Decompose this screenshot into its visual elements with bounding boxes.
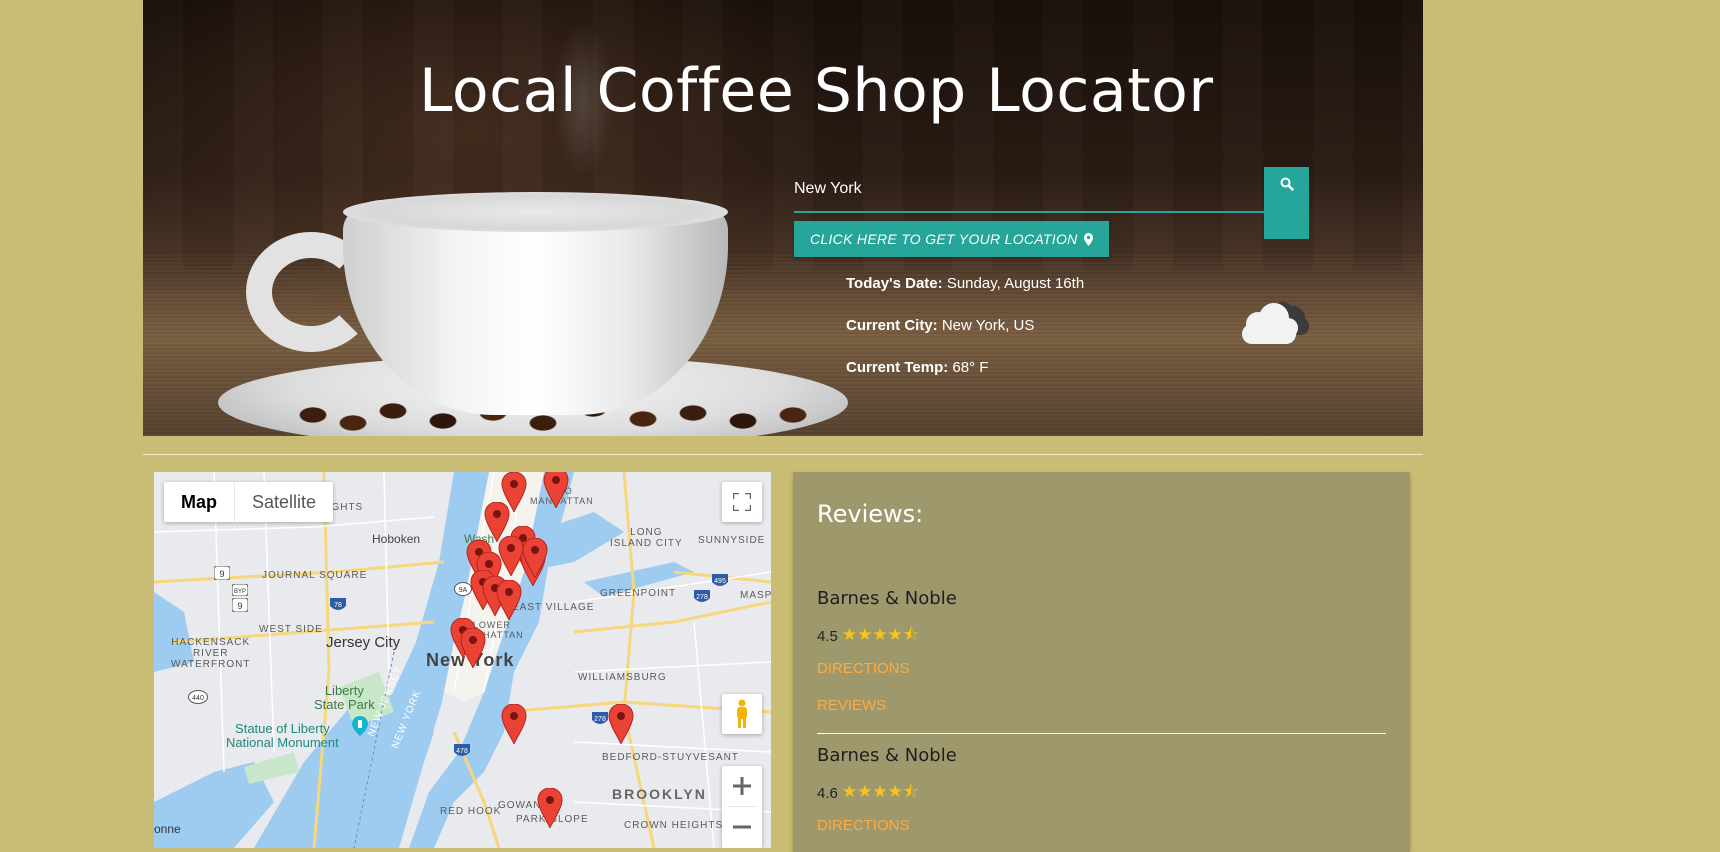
map-marker-icon xyxy=(1083,232,1093,246)
map-label-liberty-state-park: Liberty State Park xyxy=(314,683,375,712)
rating-value: 4.5 xyxy=(817,628,838,645)
map-type-satellite[interactable]: Satellite xyxy=(234,482,333,522)
svg-text:478: 478 xyxy=(456,748,468,755)
coffee-cup-rim-image xyxy=(343,192,728,232)
temp-info: Current Temp: 68° F xyxy=(846,359,988,376)
map-label-west-side: WEST SIDE xyxy=(259,624,323,635)
date-info: Today's Date: Sunday, August 16th xyxy=(846,275,1084,292)
route-shield-9b: 9 xyxy=(232,598,248,612)
review-card: Barnes & Noble 4.5 ★★★★⯪ DIRECTIONS REVI… xyxy=(817,588,1386,738)
map-pin[interactable] xyxy=(501,704,527,744)
reviews-link[interactable]: REVIEWS xyxy=(817,697,886,714)
get-location-label: CLICK HERE TO GET YOUR LOCATION xyxy=(810,231,1078,247)
temp-value: 68° F xyxy=(952,359,989,376)
star-rating-icon: ★★★★⯪ xyxy=(841,782,919,801)
directions-link[interactable]: DIRECTIONS xyxy=(817,660,910,677)
review-card: Barnes & Noble 4.6 ★★★★⯪ DIRECTIONS xyxy=(817,745,1386,852)
rating-row: 4.6 ★★★★⯪ xyxy=(817,779,919,808)
search-icon xyxy=(1280,177,1294,191)
date-value: Sunday, August 16th xyxy=(946,275,1085,292)
directions-link[interactable]: DIRECTIONS xyxy=(817,817,910,834)
map-pin[interactable] xyxy=(522,538,548,578)
date-label: Today's Date: xyxy=(846,275,943,292)
map-label-crown-heights: CROWN HEIGHTS xyxy=(624,820,724,831)
route-shield-78: 78 xyxy=(330,598,346,610)
map-pin[interactable] xyxy=(496,580,522,620)
svg-text:278: 278 xyxy=(696,594,708,601)
map-label-long-island-city: LONG ISLAND CITY xyxy=(610,527,683,549)
map-label-williamsburg: WILLIAMSBURG xyxy=(578,672,667,683)
map-pin[interactable] xyxy=(608,704,634,744)
svg-text:440: 440 xyxy=(192,695,204,702)
star-rating-icon: ★★★★⯪ xyxy=(841,625,919,644)
map-label-onne: onne xyxy=(154,822,181,836)
map-view[interactable]: EIGHTS Hoboken JOURNAL SQUARE WEST SIDE … xyxy=(154,472,771,848)
map-label-gowanus: GOWAN xyxy=(498,800,542,811)
svg-text:78: 78 xyxy=(334,602,342,609)
rating-row: 4.5 ★★★★⯪ xyxy=(817,622,919,651)
svg-text:9: 9 xyxy=(237,601,242,611)
route-shield-278: 278 xyxy=(592,712,608,724)
zoom-in-icon xyxy=(733,777,751,795)
zoom-out-button[interactable] xyxy=(722,807,762,847)
route-shield-278b: 278 xyxy=(694,590,710,602)
city-value: New York, US xyxy=(941,317,1035,334)
map-pin[interactable] xyxy=(537,788,563,828)
statue-of-liberty-icon xyxy=(352,716,368,736)
map-label-journal-square: JOURNAL SQUARE xyxy=(262,570,368,581)
get-location-button[interactable]: CLICK HERE TO GET YOUR LOCATION xyxy=(794,221,1109,257)
map-label-statue-of-liberty: Statue of Liberty National Monument xyxy=(226,721,339,750)
svg-text:BYP: BYP xyxy=(234,589,246,595)
route-shield-440: 440 xyxy=(188,690,208,704)
svg-text:9: 9 xyxy=(219,569,224,579)
zoom-control xyxy=(722,766,762,848)
route-shield-478: 478 xyxy=(454,744,470,756)
map-type-toggle: Map Satellite xyxy=(164,482,334,522)
page-title: Local Coffee Shop Locator xyxy=(419,56,1214,126)
rating-value: 4.6 xyxy=(817,785,838,802)
map-pin[interactable] xyxy=(543,472,569,508)
cloud-icon xyxy=(1242,302,1309,344)
map-label-jersey-city: Jersey City xyxy=(326,634,401,651)
search-button[interactable] xyxy=(1264,167,1309,239)
route-shield-495: 495 xyxy=(712,574,728,586)
reviews-title: Reviews: xyxy=(817,500,924,528)
map-label-hackensack: HACKENSACK RIVER WATERFRONT xyxy=(171,637,251,670)
map-label-hoboken: Hoboken xyxy=(372,532,421,546)
section-divider xyxy=(143,454,1423,455)
city-info: Current City: New York, US xyxy=(846,317,1034,334)
svg-text:495: 495 xyxy=(714,578,726,585)
map-label-brooklyn: BROOKLYN xyxy=(612,786,707,802)
map-pin[interactable] xyxy=(460,628,486,668)
shop-name: Barnes & Noble xyxy=(817,745,957,766)
city-label: Current City: xyxy=(846,317,938,334)
hero-banner: Local Coffee Shop Locator CLICK HERE TO … xyxy=(143,0,1423,436)
map-label-greenpoint: GREENPOINT xyxy=(600,588,677,599)
search-field[interactable] xyxy=(794,167,1267,213)
zoom-in-button[interactable] xyxy=(722,766,762,806)
hero-background-wood xyxy=(143,0,1423,271)
route-shield-byp: BYP xyxy=(232,584,248,596)
map-label-red-hook: RED HOOK xyxy=(440,806,502,817)
shop-name: Barnes & Noble xyxy=(817,588,957,609)
map-label-east-village: EAST VILLAGE xyxy=(512,602,595,613)
svg-text:9A: 9A xyxy=(459,587,468,594)
review-divider xyxy=(817,733,1386,734)
fullscreen-icon xyxy=(733,493,751,511)
map-type-map[interactable]: Map xyxy=(164,482,234,522)
temp-label: Current Temp: xyxy=(846,359,949,376)
map-label-maspeth: MASPE xyxy=(740,590,771,601)
route-shield-9: 9 xyxy=(214,566,230,580)
search-input[interactable] xyxy=(794,167,1267,211)
reviews-panel: Reviews: Barnes & Noble 4.5 ★★★★⯪ DIRECT… xyxy=(793,472,1410,852)
pegman-icon xyxy=(737,699,747,728)
street-view-button[interactable] xyxy=(722,694,762,734)
svg-text:278: 278 xyxy=(594,716,606,723)
fullscreen-button[interactable] xyxy=(722,482,762,522)
map-label-bedford: BEDFORD-STUYVESANT xyxy=(602,752,739,763)
map-label-sunnyside: SUNNYSIDE xyxy=(698,535,766,546)
zoom-out-icon xyxy=(733,825,751,829)
